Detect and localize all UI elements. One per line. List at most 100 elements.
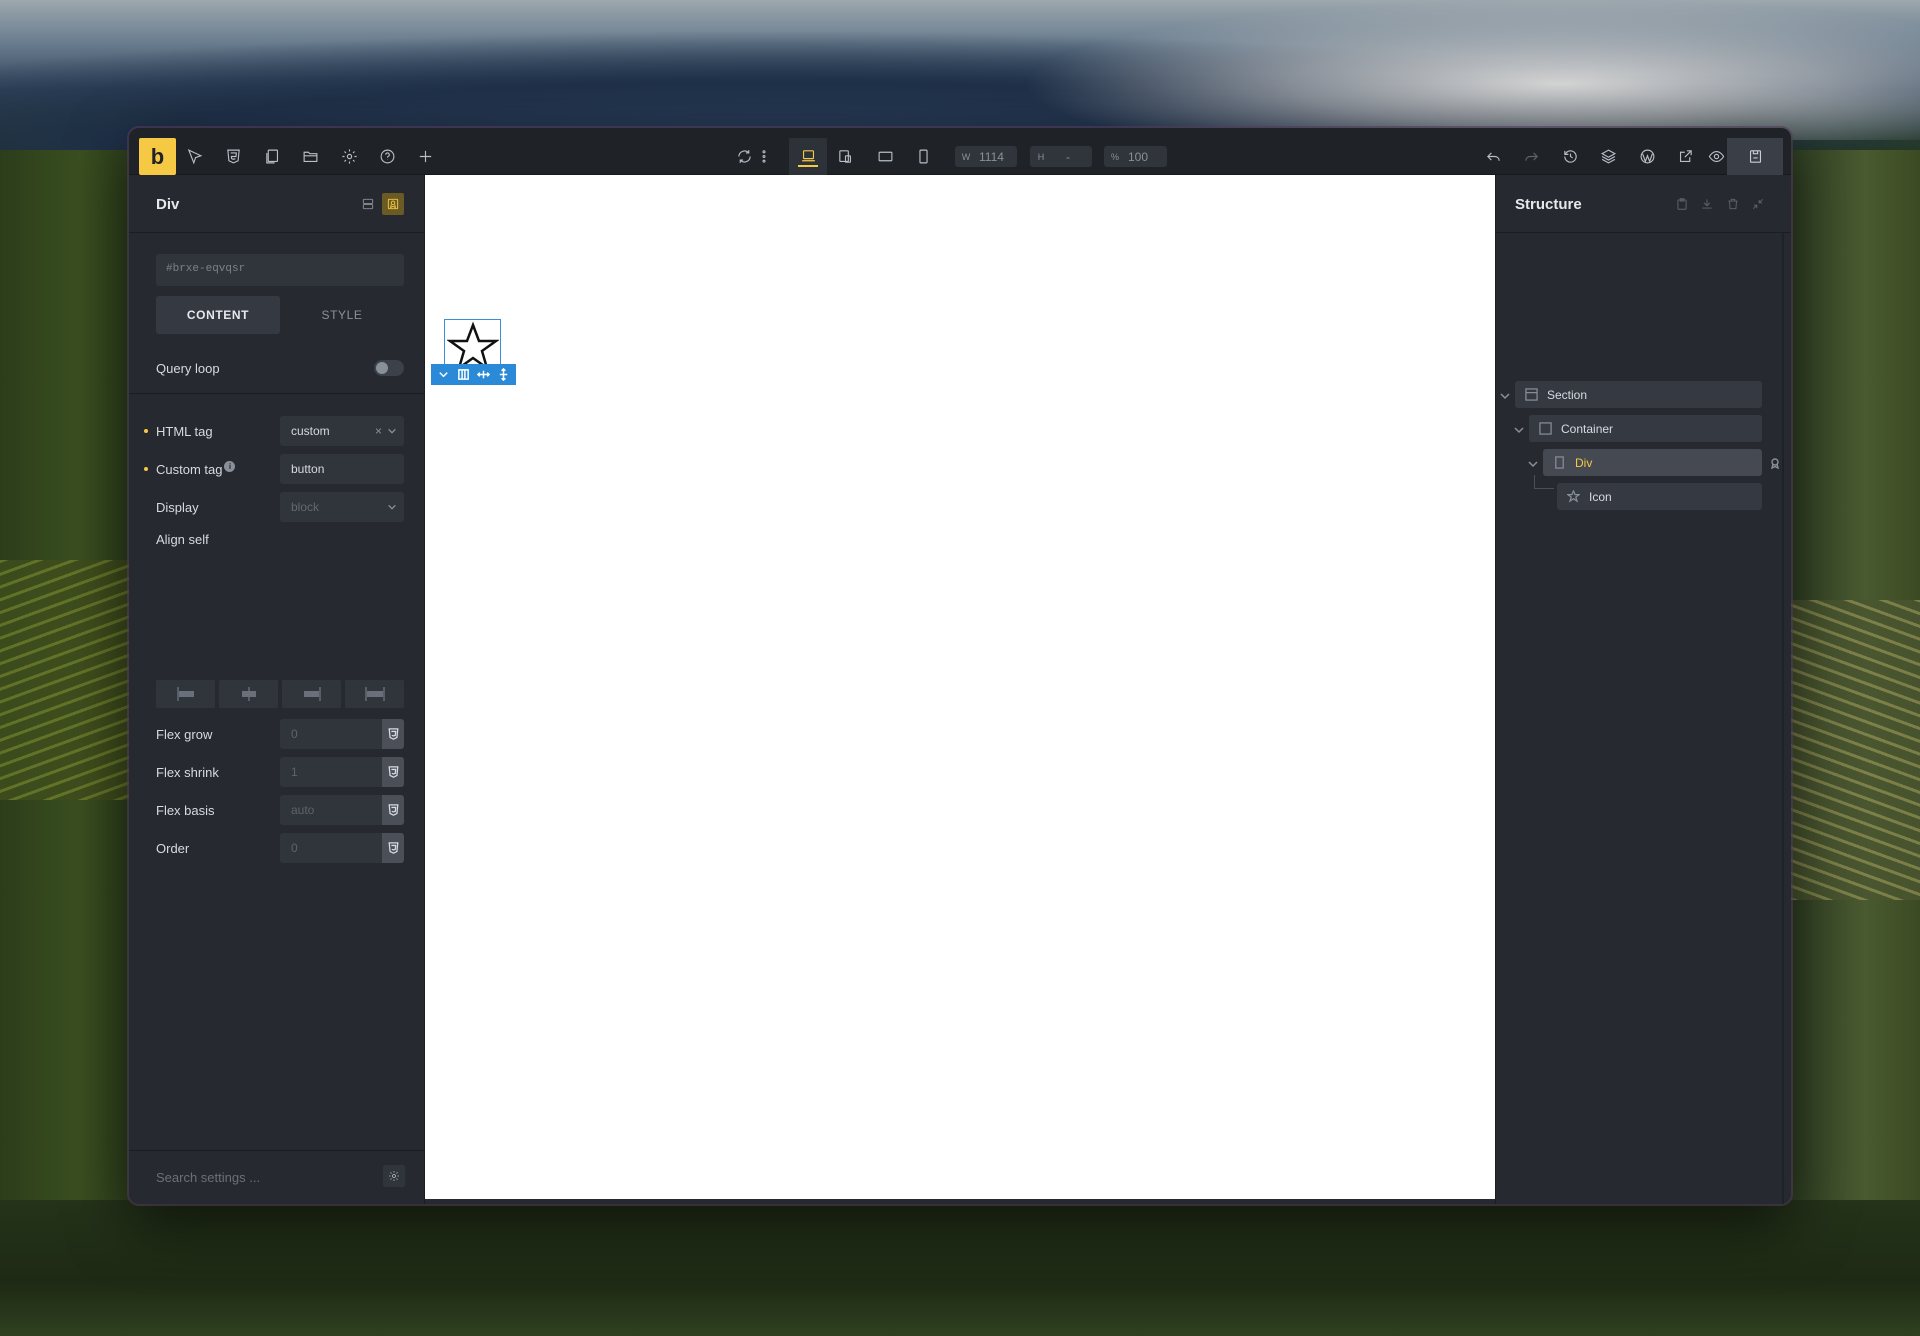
align-center-button[interactable] [219,680,278,708]
flex-grow-placeholder: 0 [280,719,382,749]
move-vertical-icon[interactable] [495,366,513,384]
preview-eye-icon[interactable] [1706,138,1726,175]
collapse-icon[interactable] [1748,194,1768,214]
tab-content[interactable]: CONTENT [156,296,280,334]
tablet-landscape-icon[interactable] [867,138,903,175]
folder-icon[interactable] [292,138,328,175]
align-start-icon [176,687,194,701]
align-stretch-button[interactable] [345,680,404,708]
element-actions-toolbar [431,364,516,385]
columns-icon[interactable] [454,366,472,384]
cursor-icon[interactable] [176,138,212,175]
structure-title: Structure [1515,196,1582,213]
clear-icon[interactable]: × [375,424,382,438]
chevron-down-icon[interactable] [1527,457,1539,469]
tree-item-label: Section [1547,387,1588,402]
gear-icon[interactable] [331,138,367,175]
section-icon [1524,388,1538,402]
panel-tabs: CONTENT STYLE [156,296,404,334]
modified-dot [144,467,148,471]
top-toolbar: b W 1114 H - % 100 [129,128,1791,175]
add-icon[interactable] [407,138,443,175]
settings-search: Search settings ... [129,1150,425,1204]
trash-icon[interactable] [1723,194,1743,214]
undo-icon[interactable] [1475,138,1511,175]
external-link-icon[interactable] [1667,138,1703,175]
zoom-field[interactable]: % 100 [1104,146,1167,167]
order-input[interactable]: 0 [280,833,404,863]
tree-connector [1534,475,1554,489]
chevron-down-icon [387,425,397,439]
history-icon[interactable] [1552,138,1588,175]
css-id-input[interactable]: #brxe-eqvqsr [156,254,404,286]
tree-item-div[interactable]: Div [1543,449,1762,476]
brand-logo[interactable]: b [139,138,176,175]
custom-tag-input[interactable]: button [280,454,404,484]
tree-item-label: Icon [1589,489,1612,504]
css3-icon[interactable] [215,138,251,175]
css-icon[interactable] [382,757,404,787]
width-label: W [961,151,971,162]
pages-icon[interactable] [254,138,290,175]
query-loop-label: Query loop [156,360,220,376]
query-loop-toggle[interactable] [374,360,404,376]
chevron-down-icon[interactable] [434,366,452,384]
align-self-row: Align self [156,524,404,554]
flex-grow-label: Flex grow [156,726,213,742]
redo-icon[interactable] [1513,138,1549,175]
chevron-down-icon[interactable] [1499,389,1511,401]
height-field[interactable]: H - [1030,146,1092,167]
tree-item-icon[interactable]: Icon [1557,483,1762,510]
chevron-down-icon[interactable] [1513,423,1525,435]
badge-icon[interactable] [382,193,404,215]
download-icon[interactable] [1697,194,1717,214]
background-clouds [1020,0,1920,140]
tree-item-label: Container [1561,421,1614,436]
html-tag-label: HTML tag [156,423,213,439]
move-horizontal-icon[interactable] [475,366,493,384]
info-icon[interactable]: i [224,461,236,472]
flex-grow-input[interactable]: 0 [280,719,404,749]
align-end-button[interactable] [282,680,341,708]
tree-item-container[interactable]: Container [1529,415,1762,442]
clipboard-icon[interactable] [1672,194,1692,214]
flex-basis-row: Flex basis auto [156,795,404,825]
gear-icon[interactable] [383,1165,405,1187]
save-button[interactable] [1727,138,1783,175]
layers-icon[interactable] [1590,138,1626,175]
flex-basis-input[interactable]: auto [280,795,404,825]
width-field[interactable]: W 1114 [955,146,1017,167]
tab-style[interactable]: STYLE [280,296,404,334]
flex-shrink-input[interactable]: 1 [280,757,404,787]
scrollbar[interactable] [1782,233,1784,1204]
classes-icon[interactable] [357,193,379,215]
wordpress-icon[interactable] [1629,138,1665,175]
css-icon[interactable] [382,795,404,825]
html-tag-row: HTML tag custom × [144,416,404,446]
css-icon[interactable] [382,833,404,863]
html-tag-value: custom [291,424,330,438]
responsive-icon[interactable] [827,138,863,175]
tree-item-section[interactable]: Section [1515,381,1762,408]
divider [129,393,425,394]
align-start-button[interactable] [156,680,215,708]
width-value: 1114 [979,149,1004,164]
selected-div-element[interactable] [444,319,501,372]
custom-tag-label-wrap: Custom tag i [156,461,280,477]
css-icon[interactable] [382,719,404,749]
mobile-icon[interactable] [905,138,941,175]
more-vertical-icon[interactable] [756,138,772,175]
badge-icon[interactable] [1769,456,1781,470]
query-loop-row: Query loop [156,353,404,383]
search-settings-input[interactable]: Search settings ... [156,1170,260,1185]
display-row: Display block [156,492,404,522]
display-select[interactable]: block [280,492,404,522]
background-forest-bottom [0,1200,1920,1336]
chevron-down-icon [387,501,397,515]
flex-shrink-label: Flex shrink [156,764,219,780]
builder-canvas[interactable] [425,175,1495,1199]
help-icon[interactable] [369,138,405,175]
html-tag-select[interactable]: custom × [280,416,404,446]
flex-grow-row: Flex grow 0 [156,719,404,749]
desktop-icon[interactable] [789,138,827,175]
